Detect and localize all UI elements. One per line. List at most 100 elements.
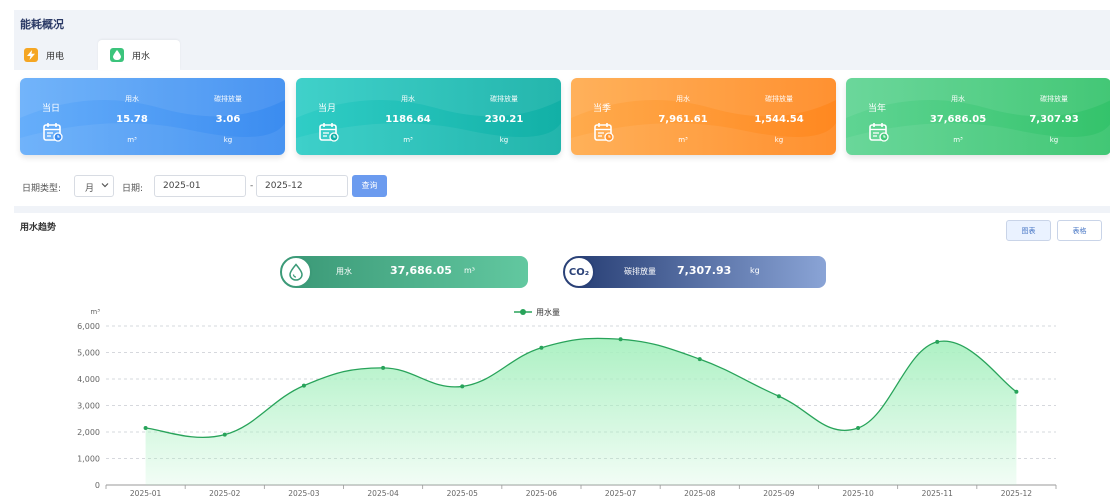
carbon-unit: kg: [1049, 136, 1059, 144]
metric-unit: m³: [127, 136, 137, 144]
filter-bar: 日期类型: 月 日期: 2025-01 - 2025-12 查询: [22, 175, 422, 199]
data-point: [301, 383, 306, 388]
carbon-summary-value: 7,307.93: [677, 264, 732, 277]
data-point: [856, 426, 861, 431]
data-point: [143, 426, 148, 431]
y-axis-label: m³: [90, 308, 100, 316]
water-summary-unit: m³: [464, 266, 475, 275]
stat-card-day: 当日 用水 15.78 m³ 碳排放量 3.06 kg: [20, 78, 285, 155]
date-label: 日期:: [122, 184, 144, 194]
card-period: 当季: [593, 104, 612, 114]
tab-water-label: 用水: [132, 51, 151, 62]
legend-marker: [520, 309, 526, 315]
series-area: [145, 338, 1017, 485]
data-point: [776, 394, 781, 399]
calendar-icon: [42, 121, 64, 147]
x-tick-label: 2025-06: [526, 489, 558, 497]
x-tick-label: 2025-07: [605, 489, 637, 497]
carbon-value: 230.21: [484, 114, 524, 125]
co2-icon-text: CO₂: [568, 266, 590, 278]
stat-card-month: 当月 用水 1186.64 m³ 碳排放量 230.21 kg: [296, 78, 561, 155]
x-tick-label: 2025-01: [130, 489, 162, 497]
chart-view-button[interactable]: 图表: [1006, 220, 1051, 241]
calendar-icon: [593, 121, 615, 147]
data-point: [1014, 389, 1019, 394]
metric-label: 用水: [951, 95, 965, 103]
data-point: [222, 432, 227, 437]
lightning-icon: [24, 48, 38, 62]
carbon-label: 碳排放量: [490, 95, 518, 103]
data-point: [381, 365, 386, 370]
date-range-separator: -: [250, 181, 254, 191]
end-date-input[interactable]: 2025-12: [256, 175, 348, 197]
y-tick-label: 4,000: [77, 375, 100, 384]
card-period: 当日: [42, 104, 61, 114]
metric-label: 用水: [676, 95, 690, 103]
y-tick-label: 6,000: [77, 322, 100, 331]
data-point: [460, 384, 465, 389]
stat-card-year: 当年 用水 37,686.05 m³ 碳排放量 7,307.93 kg: [846, 78, 1110, 155]
water-summary-value: 37,686.05: [390, 264, 452, 277]
stat-card-quarter: 当季 用水 7,961.61 m³ 碳排放量 1,544.54 kg: [571, 78, 836, 155]
x-tick-label: 2025-03: [288, 489, 320, 497]
section-divider: [14, 206, 1110, 213]
carbon-value: 3.06: [215, 114, 241, 125]
x-tick-label: 2025-08: [684, 489, 716, 497]
table-view-button[interactable]: 表格: [1057, 220, 1102, 241]
date-type-select[interactable]: 月: [74, 175, 114, 197]
carbon-unit: kg: [223, 136, 233, 144]
y-tick-label: 3,000: [77, 402, 100, 411]
section-title: 用水趋势: [20, 223, 57, 233]
metric-value: 37,686.05: [929, 114, 987, 125]
metric-unit: m³: [678, 136, 688, 144]
tab-electricity-label: 用电: [46, 51, 65, 62]
carbon-label: 碳排放量: [214, 95, 242, 103]
x-tick-label: 2025-05: [447, 489, 479, 497]
date-type-value: 月: [85, 184, 95, 194]
metric-unit: m³: [953, 136, 963, 144]
card-period: 当年: [868, 104, 887, 114]
x-tick-label: 2025-02: [209, 489, 241, 497]
page-title: 能耗概况: [20, 18, 64, 31]
metric-label: 用水: [125, 95, 139, 103]
carbon-label: 碳排放量: [765, 95, 793, 103]
start-date-input[interactable]: 2025-01: [154, 175, 246, 197]
y-tick-label: 5,000: [77, 349, 100, 358]
metric-value: 1186.64: [385, 114, 431, 125]
x-tick-label: 2025-11: [922, 489, 954, 497]
carbon-summary-label: 碳排放量: [624, 267, 656, 276]
water-summary-pill: 用水 37,686.05 m³: [296, 256, 528, 288]
carbon-value: 7,307.93: [1029, 114, 1079, 125]
x-tick-label: 2025-09: [763, 489, 795, 497]
carbon-unit: kg: [774, 136, 784, 144]
carbon-summary-unit: kg: [750, 266, 760, 275]
water-drop-icon: [280, 256, 312, 288]
x-tick-label: 2025-04: [367, 489, 399, 497]
y-tick-label: 2,000: [77, 428, 100, 437]
legend-label: 用水量: [536, 307, 560, 317]
date-type-label: 日期类型:: [22, 184, 62, 194]
metric-value: 7,961.61: [658, 114, 708, 125]
carbon-label: 碳排放量: [1040, 95, 1068, 103]
co2-icon: CO₂: [563, 256, 595, 288]
y-tick-label: 0: [95, 481, 100, 490]
x-tick-label: 2025-12: [1001, 489, 1033, 497]
calendar-icon: [868, 121, 890, 147]
water-summary-label: 用水: [336, 267, 352, 276]
card-period: 当月: [318, 104, 337, 114]
metric-value: 15.78: [116, 114, 148, 125]
y-tick-label: 1,000: [77, 455, 100, 464]
data-point: [618, 337, 623, 342]
tab-electricity[interactable]: 用电: [20, 40, 92, 70]
carbon-value: 1,544.54: [754, 114, 804, 125]
calendar-icon: [318, 121, 340, 147]
query-button[interactable]: 查询: [352, 175, 387, 197]
x-tick-label: 2025-10: [842, 489, 874, 497]
metric-unit: m³: [403, 136, 413, 144]
data-point: [935, 339, 940, 344]
tab-water[interactable]: 用水: [98, 40, 180, 70]
carbon-summary-pill: 碳排放量 7,307.93 kg: [580, 256, 826, 288]
water-drop-icon: [110, 48, 124, 62]
data-point: [539, 345, 544, 350]
metric-label: 用水: [401, 95, 415, 103]
